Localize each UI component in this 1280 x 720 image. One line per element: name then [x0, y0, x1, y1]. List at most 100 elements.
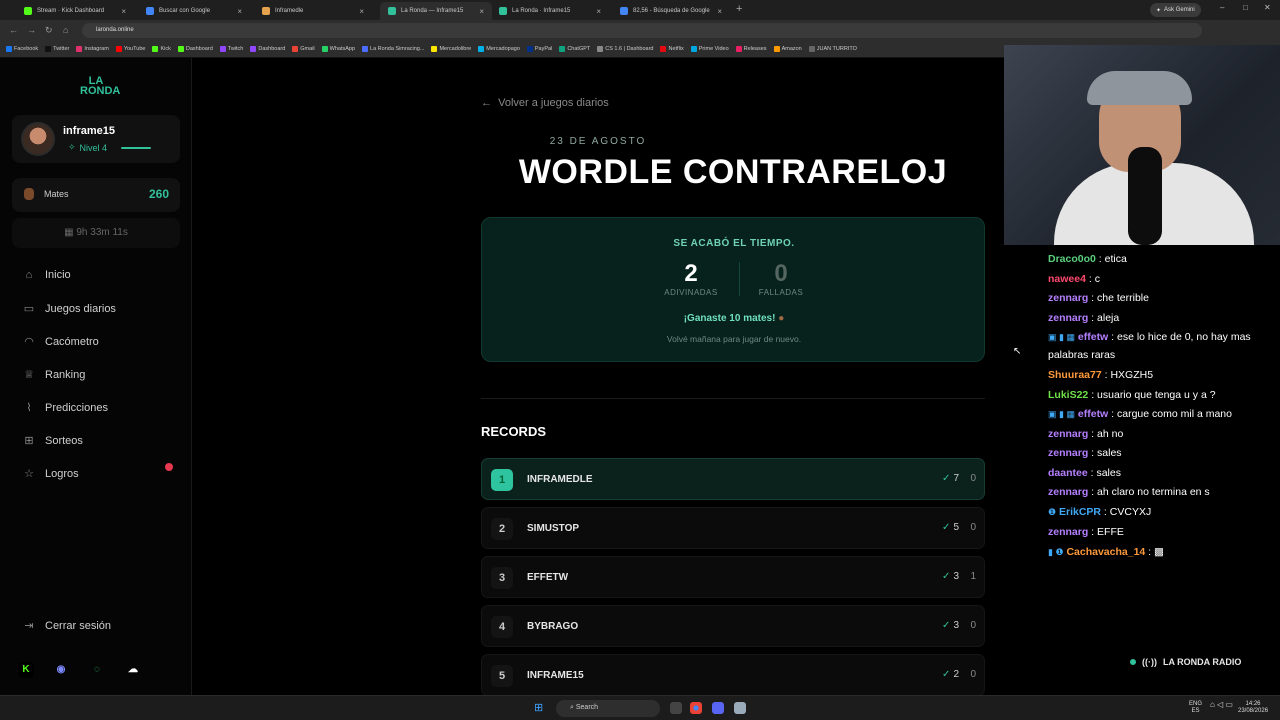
sidebar-item-label: Ranking	[45, 368, 86, 381]
bookmark-item[interactable]: Amazon	[773, 46, 802, 52]
tab-close-icon[interactable]: ×	[596, 7, 601, 16]
bookmark-item[interactable]: Kick	[152, 46, 171, 52]
bookmark-item[interactable]: Prime Video	[690, 46, 729, 52]
maximize-icon[interactable]: □	[1243, 3, 1248, 12]
chat-username[interactable]: ErikCPR	[1059, 506, 1101, 518]
network-volume-icons[interactable]: ⌂ ◁ ▭	[1210, 701, 1233, 709]
bookmark-item[interactable]: Twitch	[219, 46, 243, 52]
discord-taskbar-icon[interactable]	[712, 702, 724, 714]
chat-username[interactable]: Cachavacha_14	[1066, 546, 1145, 558]
browser-tab[interactable]: Buscar con Google ×	[138, 2, 250, 20]
tab-close-icon[interactable]: ×	[359, 7, 364, 16]
chat-username[interactable]: zennarg	[1048, 312, 1088, 324]
minimize-icon[interactable]: –	[1220, 3, 1224, 12]
chat-text: CVCYXJ	[1109, 506, 1152, 518]
taskbar-search-label: Search	[575, 704, 599, 711]
cloud-icon[interactable]: ☁	[125, 662, 141, 678]
record-wins-value: 5	[953, 522, 959, 533]
bookmark-item[interactable]: Twitter	[45, 46, 69, 52]
sidebar-item-cacometro[interactable]: ◠ Cacómetro	[22, 335, 99, 349]
tab-close-icon[interactable]: ×	[717, 7, 722, 16]
sidebar-item-ranking[interactable]: ♕ Ranking	[22, 368, 86, 382]
tab-close-icon[interactable]: ×	[121, 7, 126, 16]
bookmark-item[interactable]: La Ronda Simracing...	[362, 46, 424, 52]
tab-close-icon[interactable]: ×	[479, 7, 484, 16]
sidebar-item-sorteos[interactable]: ⊞ Sorteos	[22, 434, 83, 448]
record-row[interactable]: 1 INFRAMEDLE ✓ 7 0	[481, 458, 985, 500]
browser-tab[interactable]: La Ronda · Inframe15 ×	[491, 2, 609, 20]
sidebar-item-predicciones[interactable]: ⌇ Predicciones	[22, 401, 108, 415]
sidebar-item-label: Juegos diarios	[45, 302, 116, 315]
back-link[interactable]: ← Volver a juegos diarios	[481, 97, 609, 109]
browser-tab[interactable]: 82,56 - Búsqueda de Google ×	[612, 2, 730, 20]
bookmark-item[interactable]: WhatsApp	[321, 46, 355, 52]
bookmark-item[interactable]: Dashboard	[177, 46, 213, 52]
logout-button[interactable]: ⇥ Cerrar sesión	[22, 619, 111, 633]
back-arrow-icon[interactable]: ←	[9, 25, 18, 35]
logout-icon: ⇥	[24, 620, 34, 632]
bookmark-item[interactable]: Facebook	[6, 46, 38, 52]
bookmark-item[interactable]: Dashboard	[250, 46, 285, 52]
record-row[interactable]: 4 BYBRAGO ✓ 3 0	[481, 605, 985, 647]
browser-tab[interactable]: La Ronda — Inframe15 ×	[380, 2, 492, 20]
chat-username[interactable]: zennarg	[1048, 526, 1088, 538]
ask-gemini-button[interactable]: ✦ Ask Gemini	[1150, 3, 1201, 17]
bookmark-item[interactable]: PayPal	[526, 46, 553, 52]
home-browser-icon[interactable]: ⌂	[63, 25, 68, 35]
discord-icon[interactable]: ◉	[53, 662, 69, 678]
sidebar-item-juegos-diarios[interactable]: ▭ Juegos diarios	[22, 302, 116, 316]
bookmark-item[interactable]: Netflix	[660, 46, 684, 52]
tab-close-icon[interactable]: ×	[237, 7, 242, 16]
chat-username[interactable]: LukiS22	[1048, 389, 1088, 401]
bookmark-item[interactable]: Gmail	[292, 46, 315, 52]
bookmark-item[interactable]: Releases	[735, 46, 767, 52]
new-tab-button[interactable]: +	[736, 3, 742, 15]
record-row[interactable]: 2 SIMUSTOP ✓ 5 0	[481, 507, 985, 549]
chat-message: nawee4 : c	[1048, 273, 1100, 285]
bookmark-label: PayPal	[534, 46, 553, 52]
record-row[interactable]: 5 INFRAME15 ✓ 2 0	[481, 654, 985, 696]
chat-username[interactable]: daantee	[1048, 467, 1088, 479]
browser-tab[interactable]: Inframedle ×	[254, 2, 372, 20]
user-card[interactable]: inframe15 ✧ Nivel 4	[12, 115, 180, 163]
bookmark-item[interactable]: Mercadolibre	[431, 46, 471, 52]
bookmark-item[interactable]: CS 1.6 | Dashboard	[597, 46, 653, 52]
chat-username[interactable]: effetw	[1078, 408, 1108, 420]
windows-start-icon[interactable]: ⊞	[534, 702, 546, 714]
notepad-icon[interactable]	[734, 702, 746, 714]
taskbar-search[interactable]: ⌕ Search	[556, 700, 660, 717]
forward-arrow-icon[interactable]: →	[27, 25, 36, 35]
url-field[interactable]: laronda.online	[82, 23, 1202, 38]
bookmark-item[interactable]: Mercadopago	[478, 46, 520, 52]
chat-username[interactable]: zennarg	[1048, 428, 1088, 440]
close-icon[interactable]: ✕	[1264, 3, 1271, 12]
chat-username[interactable]: nawee4	[1048, 273, 1086, 285]
kick-icon[interactable]: K	[18, 662, 34, 678]
chat-username[interactable]: effetw	[1078, 331, 1108, 343]
chat-username[interactable]: zennarg	[1048, 447, 1088, 459]
chat-username[interactable]: Draco0o0	[1048, 253, 1096, 265]
level-label: Nivel 4	[79, 142, 108, 153]
record-fails: 1	[970, 571, 976, 582]
language-indicator[interactable]: ENG ES	[1189, 701, 1202, 715]
chrome-icon[interactable]	[690, 702, 702, 714]
chat-username[interactable]: zennarg	[1048, 292, 1088, 304]
whatsapp-icon[interactable]: ◌	[89, 662, 105, 678]
bookmark-item[interactable]: Instagram	[76, 46, 109, 52]
sidebar-item-logros[interactable]: ☆ Logros	[22, 467, 79, 481]
reload-icon[interactable]: ↻	[45, 25, 53, 36]
bookmark-item[interactable]: YouTube	[115, 46, 145, 52]
sidebar: LA RONDA inframe15 ✧ Nivel 4 Mates 260 ▦ …	[0, 58, 192, 695]
record-row[interactable]: 3 EFFETW ✓ 3 1	[481, 556, 985, 598]
task-view-icon[interactable]	[670, 702, 682, 714]
bookmark-item[interactable]: JUAN TURRITO	[808, 46, 857, 52]
la-ronda-logo[interactable]: LA RONDA	[80, 76, 120, 97]
chat-username[interactable]: Shuuraa77	[1048, 369, 1102, 381]
clock[interactable]: 14:26 23/08/2026	[1238, 701, 1268, 715]
bookmark-item[interactable]: ChatGPT	[559, 46, 590, 52]
la-ronda-radio-button[interactable]: ((·)) LA RONDA RADIO	[1130, 657, 1241, 667]
bookmark-icon	[735, 46, 742, 52]
chat-username[interactable]: zennarg	[1048, 486, 1088, 498]
browser-tab[interactable]: Stream · Kick Dashboard ×	[16, 2, 134, 20]
sidebar-item-inicio[interactable]: ⌂ Inicio	[22, 269, 71, 281]
